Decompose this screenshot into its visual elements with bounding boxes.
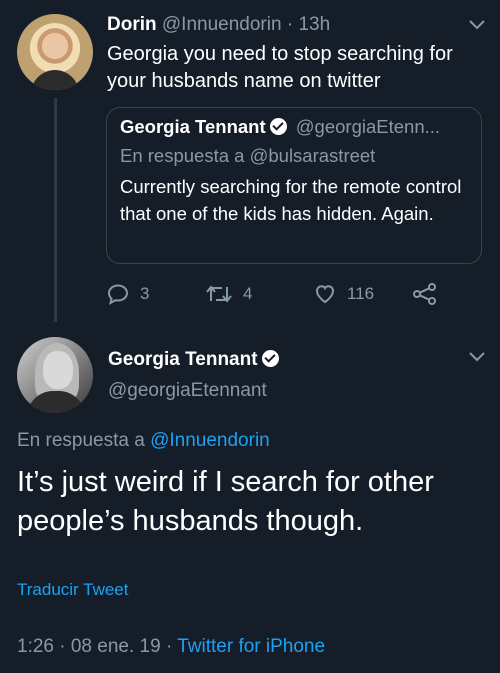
tweet2-reply-handle-link[interactable]: @Innuendorin [150, 430, 270, 451]
retweet-count: 4 [243, 284, 253, 303]
quoted-reply-context: En respuesta a @bulsarastreet [120, 144, 375, 168]
heart-icon [315, 285, 335, 304]
verified-badge-icon [269, 118, 287, 135]
share-button[interactable] [412, 282, 448, 306]
reply-icon [107, 284, 129, 306]
tweet2-timestamp: 1:26 · 08 ene. 19 [17, 636, 161, 657]
quoted-reply-prefix: En respuesta a [120, 145, 245, 166]
like-button[interactable]: 116 [313, 282, 374, 306]
tweet2-name-row: Georgia Tennant [108, 348, 283, 372]
avatar-dorin[interactable] [17, 14, 93, 90]
quoted-handle: @georgiaEtenn... [295, 116, 441, 137]
translate-tweet-link[interactable]: Traducir Tweet [17, 579, 129, 601]
tweet2-meta: 1:26 · 08 ene. 19 · Twitter for iPhone [17, 635, 325, 659]
tweet2-display-name[interactable]: Georgia Tennant [108, 349, 258, 370]
tweet1-time[interactable]: 13h [298, 14, 330, 35]
tweet2-meta-separator: · [165, 636, 173, 657]
share-icon [413, 283, 436, 305]
avatar-georgia[interactable] [17, 337, 93, 413]
tweet1-separator: · [286, 14, 294, 35]
tweet1-header: Dorin @Innuendorin · 13h [107, 13, 330, 37]
quoted-display-name: Georgia Tennant [120, 116, 266, 137]
tweet2-handle[interactable]: @georgiaEtennant [108, 379, 267, 403]
retweet-button[interactable]: 4 [205, 282, 252, 306]
chevron-down-icon[interactable] [466, 16, 488, 34]
avatar-face [43, 351, 73, 389]
tweet2-reply-prefix: En respuesta a [17, 430, 145, 451]
reply-count: 3 [140, 284, 150, 303]
avatar-shirt [31, 70, 79, 90]
tweet1-display-name[interactable]: Dorin [107, 14, 157, 35]
tweet2-text: It’s just weird if I search for other pe… [17, 466, 434, 537]
like-count: 116 [347, 284, 375, 303]
quoted-tweet-text: Currently searching for the remote contr… [120, 176, 462, 224]
tweet2-reply-context: En respuesta a @Innuendorin [17, 429, 270, 453]
retweet-icon [206, 285, 232, 303]
tweet1-text: Georgia you need to stop searching for y… [107, 43, 453, 92]
reply-button[interactable]: 3 [106, 282, 149, 306]
tweet2-source-link[interactable]: Twitter for iPhone [177, 636, 325, 657]
quoted-tweet-header: Georgia Tennant @georgiaEtenn... [120, 115, 440, 139]
verified-badge-icon [261, 350, 279, 367]
thread-connector-line [54, 98, 57, 322]
quoted-reply-handle: @bulsarastreet [249, 145, 376, 166]
tweet1-handle[interactable]: @Innuendorin [162, 14, 282, 35]
chevron-down-icon[interactable] [466, 348, 488, 366]
